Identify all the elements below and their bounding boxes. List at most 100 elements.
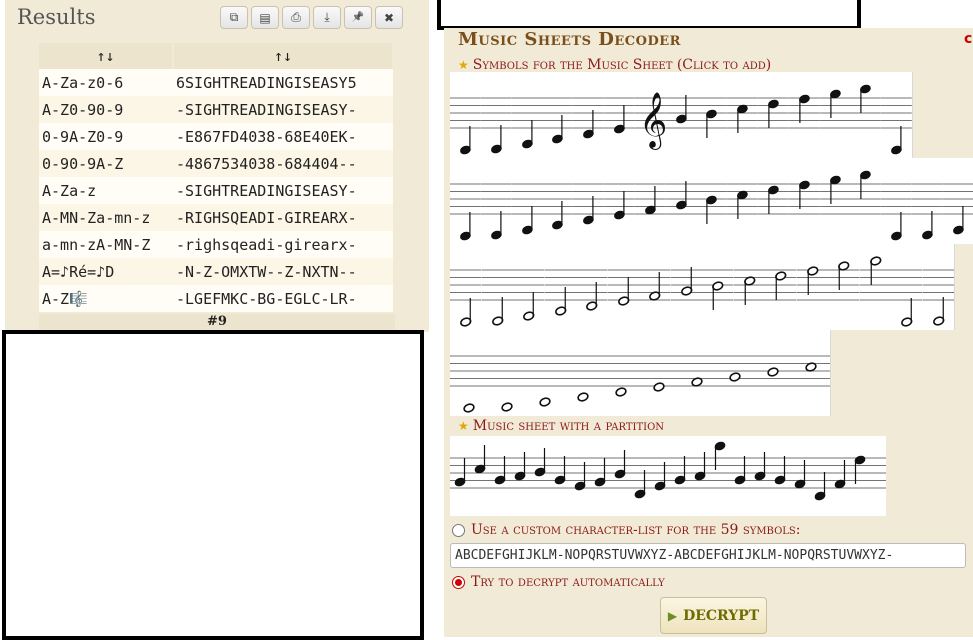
auto-decrypt-radio[interactable] — [452, 575, 465, 589]
symbol-row — [450, 330, 831, 416]
sort-column-2-header[interactable]: ↑↓ — [173, 43, 394, 69]
charset-cell: A-Z🎼 — [39, 285, 173, 312]
music-symbol-button[interactable] — [819, 72, 852, 158]
music-symbol-button[interactable] — [891, 244, 924, 330]
music-symbol-button[interactable] — [634, 158, 667, 244]
close-button[interactable]: ✖ — [375, 6, 403, 29]
music-symbol-button[interactable]: 𝄞 — [634, 72, 667, 158]
scroll-button[interactable]: ▤ — [251, 6, 279, 29]
music-symbol-button[interactable] — [754, 330, 793, 416]
music-symbol-button[interactable] — [912, 158, 944, 244]
custom-charlist-label: Use a custom character-list for the 59 s… — [471, 522, 801, 538]
auto-decrypt-option[interactable]: Try to decrypt automatically — [452, 574, 665, 590]
music-symbol-button[interactable] — [542, 158, 575, 244]
blank-panel — [2, 330, 424, 640]
charset-cell: A-Z0-90-9 — [39, 96, 173, 123]
star-icon: ★ — [458, 58, 469, 72]
music-symbol-button[interactable] — [716, 330, 755, 416]
music-symbol-button[interactable] — [607, 244, 640, 330]
music-symbol-button[interactable] — [573, 72, 605, 158]
music-symbol-button[interactable] — [542, 72, 575, 158]
music-symbol-button[interactable] — [604, 72, 636, 158]
music-symbol-button[interactable] — [702, 244, 735, 330]
music-symbol-button[interactable] — [758, 158, 790, 244]
music-symbol-button[interactable] — [765, 244, 798, 330]
charset-cell: a-mn-zA-MN-Z — [39, 231, 173, 258]
music-symbol-button[interactable] — [788, 72, 821, 158]
music-symbol-button[interactable] — [450, 244, 483, 330]
music-symbol-button[interactable] — [450, 330, 489, 416]
music-symbol-button[interactable] — [733, 244, 766, 330]
music-symbol-button[interactable] — [796, 244, 829, 330]
partition-preview[interactable] — [450, 436, 886, 516]
music-symbol-button[interactable] — [488, 330, 527, 416]
decrypt-button[interactable]: ▶ DECRYPT — [660, 597, 767, 634]
music-symbol-button[interactable] — [640, 330, 679, 416]
music-symbol-button[interactable] — [727, 72, 759, 158]
music-symbol-button[interactable] — [942, 158, 973, 244]
sort-column-1-header[interactable]: ↑↓ — [39, 43, 174, 69]
custom-charlist-option[interactable]: Use a custom character-list for the 59 s… — [452, 522, 801, 538]
music-symbol-button[interactable] — [819, 158, 852, 244]
table-row: A-Za-z0-6 6SIGHTREADINGISEASY5 — [39, 69, 393, 96]
blank-top-panel — [437, 0, 861, 30]
music-symbol-button[interactable] — [511, 72, 544, 158]
music-symbol-button[interactable] — [727, 158, 759, 244]
charset-cell: A-Za-z0-6 — [39, 69, 173, 96]
music-symbol-button[interactable] — [576, 244, 609, 330]
music-symbol-button[interactable] — [792, 330, 831, 416]
music-symbol-button[interactable] — [450, 72, 482, 158]
music-symbol-button[interactable] — [604, 158, 636, 244]
music-symbol-button[interactable] — [859, 244, 892, 330]
music-symbol-button[interactable] — [678, 330, 717, 416]
partition-label-text: Music sheet with a partition — [472, 418, 665, 434]
music-symbol-button[interactable] — [828, 244, 861, 330]
decrypt-label: DECRYPT — [683, 607, 760, 624]
pin-button[interactable]: 📌 — [344, 6, 372, 29]
music-symbol-button[interactable] — [480, 72, 513, 158]
music-symbol-button[interactable] — [758, 72, 790, 158]
music-symbol-button[interactable] — [881, 158, 913, 244]
custom-charlist-radio[interactable] — [452, 523, 465, 537]
music-symbol-button[interactable] — [481, 244, 514, 330]
music-symbol-button[interactable] — [573, 158, 605, 244]
music-symbol-button[interactable] — [665, 72, 698, 158]
results-table: ↑↓ ↑↓ A-Za-z0-6 6SIGHTREADINGISEASY5 A-Z0-… — [39, 43, 394, 312]
decoded-cell: -LGEFMKC-BG-EGLC-LR- — [173, 285, 393, 312]
music-symbol-button[interactable] — [922, 244, 955, 330]
music-symbol-button[interactable] — [850, 72, 883, 158]
download-button[interactable]: ⤓ — [313, 6, 341, 29]
music-symbol-button[interactable] — [788, 158, 821, 244]
music-symbol-button[interactable] — [881, 72, 913, 158]
print-button[interactable]: ⎙ — [282, 6, 310, 29]
music-symbol-button[interactable] — [639, 244, 672, 330]
music-symbol-button[interactable] — [850, 158, 883, 244]
decoded-cell: -4867534038-684404-- — [173, 150, 393, 177]
music-symbol-button[interactable] — [670, 244, 703, 330]
music-symbol-button[interactable] — [450, 158, 482, 244]
symbols-section-label: ★ Symbols for the Music Sheet (Click to a… — [458, 57, 771, 73]
music-symbol-button[interactable] — [513, 244, 546, 330]
decoded-cell: 6SIGHTREADINGISEASY5 — [173, 69, 393, 96]
music-symbol-button[interactable] — [696, 158, 729, 244]
decoded-cell: -RIGHSQEADI-GIREARX- — [173, 204, 393, 231]
copy-button[interactable]: ⧉ — [220, 6, 248, 29]
music-symbol-button[interactable] — [564, 330, 603, 416]
partition-section-label: ★ Music sheet with a partition — [458, 418, 664, 434]
music-symbol-button[interactable] — [665, 158, 698, 244]
music-symbol-button[interactable] — [544, 244, 577, 330]
results-toolbar: ⧉ ▤ ⎙ ⤓ 📌 ✖ — [220, 6, 403, 29]
music-symbol-button[interactable] — [480, 158, 513, 244]
table-row: A-MN-Za-mn-z -RIGHSQEADI-GIREARX- — [39, 204, 393, 231]
charset-cell: 0-90-9A-Z — [39, 150, 173, 177]
music-decoder-panel: Music Sheets Decoder c ★ Symbols for the … — [444, 28, 973, 637]
print-icon: ⎙ — [291, 10, 301, 24]
music-symbol-button[interactable] — [511, 158, 544, 244]
music-symbol-button[interactable] — [696, 72, 729, 158]
music-symbol-button[interactable] — [602, 330, 641, 416]
charlist-input[interactable]: ABCDEFGHIJKLM-NOPQRSTUVWXYZ-ABCDEFGHIJKL… — [450, 543, 966, 568]
music-symbol-button[interactable] — [526, 330, 565, 416]
edge-mark-icon: c — [964, 31, 973, 47]
table-row: 0-90-9A-Z -4867534038-684404-- — [39, 150, 393, 177]
charset-cell: A-MN-Za-mn-z — [39, 204, 173, 231]
